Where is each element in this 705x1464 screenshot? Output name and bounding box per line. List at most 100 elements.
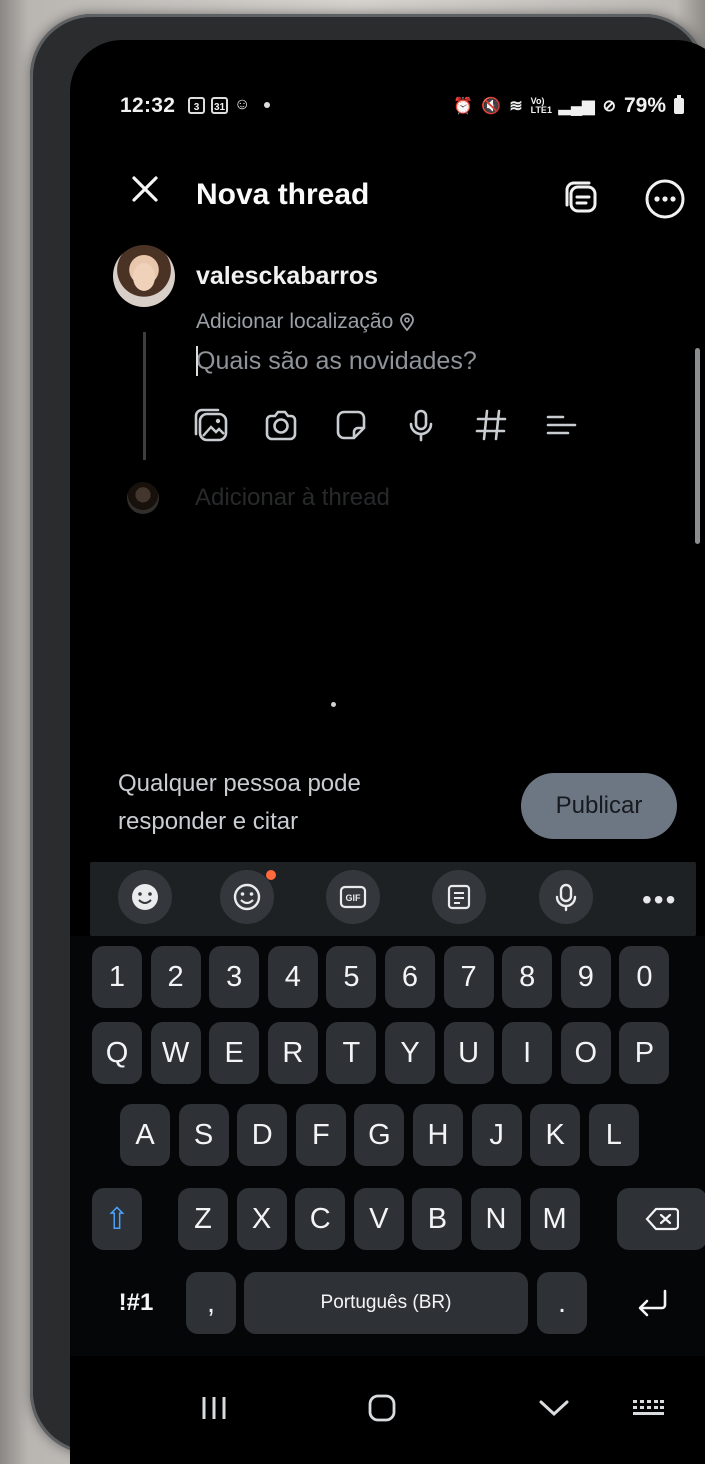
emoji-panel-button[interactable] bbox=[118, 870, 172, 924]
key-s[interactable]: S bbox=[178, 1104, 229, 1166]
key-o[interactable]: O bbox=[560, 1022, 611, 1084]
cursor-dot bbox=[331, 702, 336, 707]
add-location-link[interactable]: Adicionar localização bbox=[196, 310, 415, 334]
location-pin-icon bbox=[400, 313, 415, 331]
reply-permission-button[interactable]: Qualquer pessoa pode responder e citar bbox=[118, 765, 438, 841]
key-d[interactable]: D bbox=[237, 1104, 288, 1166]
key-h[interactable]: H bbox=[413, 1104, 463, 1166]
poll-icon bbox=[546, 415, 577, 435]
key-4[interactable]: 4 bbox=[267, 946, 318, 1008]
key-g[interactable]: G bbox=[354, 1104, 405, 1166]
space-key[interactable]: Português (BR) bbox=[244, 1272, 528, 1334]
mini-avatar bbox=[127, 482, 159, 514]
scrollbar[interactable] bbox=[695, 348, 700, 544]
text-cursor bbox=[196, 346, 198, 376]
poll-button[interactable] bbox=[542, 406, 580, 444]
thread-text-input[interactable] bbox=[196, 342, 616, 380]
page-title: Nova thread bbox=[196, 178, 370, 211]
add-to-thread-row[interactable]: Adicionar à thread bbox=[127, 482, 390, 514]
gif-button[interactable] bbox=[332, 406, 370, 444]
key-2[interactable]: 2 bbox=[150, 946, 201, 1008]
key-3[interactable]: 3 bbox=[209, 946, 260, 1008]
key-9[interactable]: 9 bbox=[560, 946, 611, 1008]
backspace-key[interactable] bbox=[617, 1188, 705, 1250]
key-l[interactable]: L bbox=[588, 1104, 639, 1166]
sticker-button[interactable] bbox=[220, 870, 276, 924]
key-a[interactable]: A bbox=[120, 1104, 170, 1166]
add-to-thread-label: Adicionar à thread bbox=[195, 484, 390, 511]
new-badge bbox=[266, 870, 276, 880]
key-7[interactable]: 7 bbox=[443, 946, 494, 1008]
key-0[interactable]: 0 bbox=[619, 946, 670, 1008]
key-5[interactable]: 5 bbox=[326, 946, 377, 1008]
gallery-button[interactable] bbox=[192, 406, 230, 444]
app-notification-icon: ☺ bbox=[234, 96, 251, 113]
key-x[interactable]: X bbox=[236, 1188, 287, 1250]
key-z[interactable]: Z bbox=[178, 1188, 228, 1250]
key-p[interactable]: P bbox=[619, 1022, 670, 1084]
close-button[interactable] bbox=[126, 170, 164, 208]
more-options-button[interactable] bbox=[644, 178, 686, 220]
network-label: Vo) LTE1 bbox=[530, 96, 552, 115]
keyboard-icon bbox=[633, 1400, 664, 1415]
clipboard-icon bbox=[447, 884, 471, 910]
keyboard-voice-button[interactable] bbox=[539, 870, 593, 924]
key-1[interactable]: 1 bbox=[92, 946, 142, 1008]
home-button[interactable] bbox=[362, 1388, 402, 1428]
key-f[interactable]: F bbox=[295, 1104, 346, 1166]
key-n[interactable]: N bbox=[471, 1188, 521, 1250]
smiley-sticker-icon bbox=[233, 883, 261, 911]
thread-line bbox=[143, 332, 146, 460]
navigation-bar bbox=[70, 1358, 705, 1464]
phone-frame: 12:32 3 31 ☺ ⏰ 🔇 ≋ Vo) LTE1 ▂▄▆ ⊘ 79% No… bbox=[30, 14, 705, 1464]
enter-key[interactable] bbox=[599, 1272, 705, 1334]
keyboard: ⇧ !#1 , Português (BR) . 1234567890 QWERT… bbox=[70, 936, 705, 1356]
key-e[interactable]: E bbox=[209, 1022, 260, 1084]
hide-keyboard-button[interactable] bbox=[534, 1388, 574, 1428]
keyboard-more-button[interactable]: ••• bbox=[642, 884, 677, 916]
home-icon bbox=[368, 1394, 396, 1422]
voice-button[interactable] bbox=[402, 406, 440, 444]
key-j[interactable]: J bbox=[471, 1104, 522, 1166]
key-t[interactable]: T bbox=[326, 1022, 377, 1084]
keyboard-gif-button[interactable]: GIF bbox=[326, 870, 380, 924]
key-8[interactable]: 8 bbox=[502, 946, 553, 1008]
switch-keyboard-button[interactable] bbox=[628, 1388, 668, 1428]
key-i[interactable]: I bbox=[502, 1022, 553, 1084]
battery-icon bbox=[674, 95, 684, 114]
chevron-down-icon bbox=[539, 1400, 569, 1417]
calendar-icon: 31 bbox=[211, 96, 228, 114]
key-m[interactable]: M bbox=[529, 1188, 580, 1250]
period-key[interactable]: . bbox=[537, 1272, 587, 1334]
symbols-key[interactable]: !#1 bbox=[94, 1272, 178, 1334]
microphone-icon bbox=[409, 409, 433, 442]
key-6[interactable]: 6 bbox=[385, 946, 435, 1008]
more-icon bbox=[645, 179, 685, 219]
mute-icon: 🔇 bbox=[481, 98, 502, 115]
shift-key[interactable]: ⇧ bbox=[92, 1188, 142, 1250]
username: valesckabarros bbox=[196, 262, 379, 290]
key-v[interactable]: V bbox=[353, 1188, 404, 1250]
key-q[interactable]: Q bbox=[92, 1022, 142, 1084]
key-k[interactable]: K bbox=[530, 1104, 581, 1166]
key-b[interactable]: B bbox=[412, 1188, 463, 1250]
status-left-icons: 3 31 ☺ bbox=[188, 96, 271, 114]
key-y[interactable]: Y bbox=[385, 1022, 435, 1084]
key-r[interactable]: R bbox=[267, 1022, 318, 1084]
camera-button[interactable] bbox=[262, 406, 300, 444]
keyboard-microphone-icon bbox=[555, 883, 577, 912]
hashtag-button[interactable] bbox=[472, 406, 510, 444]
key-w[interactable]: W bbox=[150, 1022, 201, 1084]
key-c[interactable]: C bbox=[295, 1188, 346, 1250]
clipboard-button[interactable] bbox=[432, 870, 486, 924]
svg-text:GIF: GIF bbox=[346, 893, 362, 903]
key-u[interactable]: U bbox=[443, 1022, 494, 1084]
battery-percent: 79% bbox=[623, 94, 666, 117]
keyboard-toolbar: GIF ••• bbox=[90, 862, 696, 936]
publish-button[interactable]: Publicar bbox=[521, 773, 677, 839]
recent-apps-button[interactable] bbox=[194, 1388, 234, 1428]
recent-apps-icon bbox=[202, 1397, 226, 1419]
comma-key[interactable]: , bbox=[186, 1272, 236, 1334]
drafts-button[interactable] bbox=[562, 178, 604, 220]
camera-icon bbox=[265, 410, 297, 441]
